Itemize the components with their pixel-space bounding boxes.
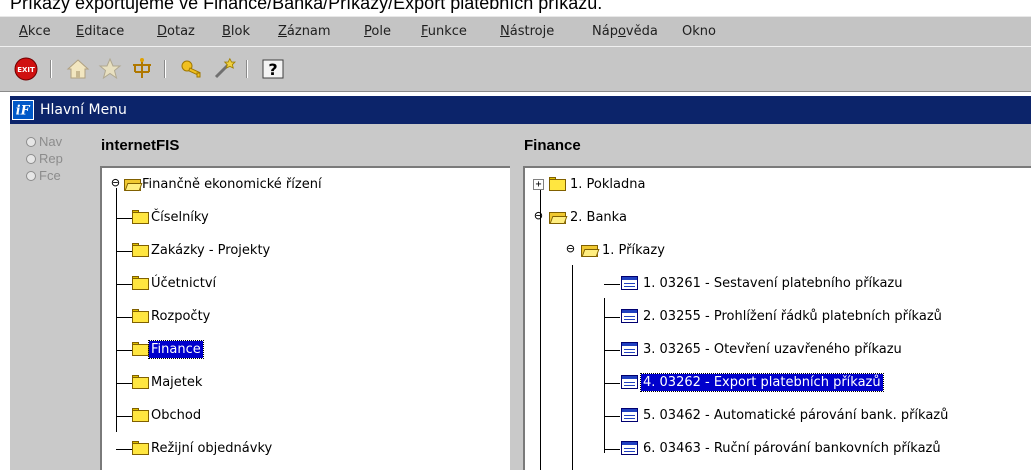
exit-label: EXIT bbox=[17, 66, 35, 74]
menu-editace[interactable]: Editace bbox=[76, 24, 124, 39]
selected-item: 4. 03262 - Export platebních příkazů bbox=[640, 373, 884, 392]
folder-icon bbox=[132, 342, 149, 356]
form-item-03463[interactable]: 6. 03463 - Ruční párování bankovních pří… bbox=[525, 438, 1025, 460]
toolbar-separator bbox=[50, 60, 52, 78]
svg-text:iF: iF bbox=[16, 103, 31, 118]
folder-icon bbox=[549, 177, 566, 191]
menu-funkce[interactable]: Funkce bbox=[421, 24, 467, 39]
tree-item-obchod[interactable]: Obchod bbox=[102, 405, 502, 427]
form-icon bbox=[621, 441, 638, 455]
help-icon[interactable]: ? bbox=[261, 57, 285, 81]
tree-item-pokladna[interactable]: + 1. Pokladna bbox=[525, 174, 1025, 196]
form-item-03262[interactable]: 4. 03262 - Export platebních příkazů bbox=[525, 372, 1025, 394]
folder-icon bbox=[132, 408, 149, 422]
form-item-03255[interactable]: 2. 03255 - Prohlížení řádků platebních p… bbox=[525, 306, 1025, 328]
folder-open-icon bbox=[549, 210, 568, 224]
folder-open-icon bbox=[124, 177, 143, 191]
folder-icon bbox=[132, 276, 149, 290]
main-content: Nav Rep Fce internetFIS Finance ⊖ Finanč… bbox=[10, 124, 1031, 470]
folder-icon bbox=[132, 243, 149, 257]
tree-item-zakazky[interactable]: Zakázky - Projekty bbox=[102, 240, 502, 262]
folder-icon bbox=[132, 210, 149, 224]
radio-button-icon bbox=[26, 154, 36, 164]
tree-item-majetek[interactable]: Majetek bbox=[102, 372, 502, 394]
folder-icon bbox=[132, 309, 149, 323]
form-icon bbox=[621, 375, 638, 389]
toolbar-separator bbox=[164, 60, 166, 78]
selected-item: Finance bbox=[148, 340, 204, 359]
right-panel-title: Finance bbox=[524, 137, 581, 154]
folder-open-icon bbox=[581, 243, 600, 257]
wand-icon[interactable] bbox=[212, 57, 236, 81]
form-icon bbox=[621, 276, 638, 290]
left-panel-title: internetFIS bbox=[101, 137, 180, 154]
menu-blok[interactable]: Blok bbox=[222, 24, 250, 39]
menu-okno[interactable]: Okno bbox=[682, 24, 716, 39]
window-titlebar: iF Hlavní Menu bbox=[10, 96, 1031, 124]
tree-item-rezijni-objednavky[interactable]: Režijní objednávky bbox=[102, 438, 502, 460]
radio-nav[interactable]: Nav bbox=[26, 134, 62, 149]
form-icon bbox=[621, 309, 638, 323]
menu-napoveda[interactable]: Nápověda bbox=[592, 24, 658, 39]
folder-icon bbox=[132, 375, 149, 389]
app-logo-icon: iF bbox=[12, 100, 34, 120]
document-caption: Příkazy exportujeme ve Finance/Banka/Pří… bbox=[10, 0, 603, 13]
form-item-03261[interactable]: 1. 03261 - Sestavení platebního příkazu bbox=[525, 273, 1025, 295]
menu-pole[interactable]: Pole bbox=[364, 24, 391, 39]
tree-item-finance[interactable]: Finance bbox=[102, 339, 502, 361]
exit-icon[interactable]: EXIT bbox=[14, 57, 38, 81]
tree-item-rozpocty[interactable]: Rozpočty bbox=[102, 306, 502, 328]
tree-root[interactable]: ⊖ Finančně ekonomické řízení bbox=[102, 174, 502, 196]
form-item-03265[interactable]: 3. 03265 - Otevření uzavřeného příkazu bbox=[525, 339, 1025, 361]
tree-item-prikazy[interactable]: ⊖ 1. Příkazy bbox=[525, 240, 1025, 262]
menu-bar: Akce Editace Dotaz Blok Záznam Pole Funk… bbox=[0, 16, 1031, 46]
key-icon[interactable] bbox=[180, 57, 204, 81]
help-label: ? bbox=[268, 60, 277, 79]
menu-zaznam[interactable]: Záznam bbox=[278, 24, 331, 39]
collapse-icon[interactable]: ⊖ bbox=[565, 242, 576, 256]
left-tree[interactable]: ⊖ Finančně ekonomické řízení Číselníky Z… bbox=[100, 166, 510, 470]
toolbar-separator bbox=[246, 60, 248, 78]
folder-icon bbox=[132, 441, 149, 455]
form-item-03462[interactable]: 5. 03462 - Automatické párování bank. př… bbox=[525, 405, 1025, 427]
form-icon bbox=[621, 342, 638, 356]
collapse-icon[interactable]: ⊖ bbox=[110, 176, 121, 190]
home-icon[interactable] bbox=[66, 57, 90, 81]
collapse-icon[interactable]: ⊖ bbox=[533, 209, 544, 223]
expand-icon[interactable]: + bbox=[533, 179, 544, 190]
tree-item-ciselniky[interactable]: Číselníky bbox=[102, 207, 502, 229]
menu-akce[interactable]: Akce bbox=[19, 24, 51, 39]
radio-button-icon bbox=[26, 137, 36, 147]
menu-nastroje[interactable]: Nástroje bbox=[500, 24, 554, 39]
toolbar: EXIT ? bbox=[0, 46, 1031, 92]
star-icon[interactable] bbox=[98, 57, 122, 81]
radio-fce[interactable]: Fce bbox=[26, 168, 61, 183]
right-tree[interactable]: + 1. Pokladna ⊖ 2. Banka ⊖ 1. Příkazy 1.… bbox=[523, 166, 1031, 470]
window-title: Hlavní Menu bbox=[40, 102, 127, 118]
form-icon bbox=[621, 408, 638, 422]
tree-item-banka[interactable]: ⊖ 2. Banka bbox=[525, 207, 1025, 229]
tree-item-ucetnictvi[interactable]: Účetnictví bbox=[102, 273, 502, 295]
tree-icon[interactable] bbox=[130, 57, 154, 81]
radio-rep[interactable]: Rep bbox=[26, 151, 63, 166]
radio-button-icon bbox=[26, 171, 36, 181]
menu-dotaz[interactable]: Dotaz bbox=[157, 24, 195, 39]
